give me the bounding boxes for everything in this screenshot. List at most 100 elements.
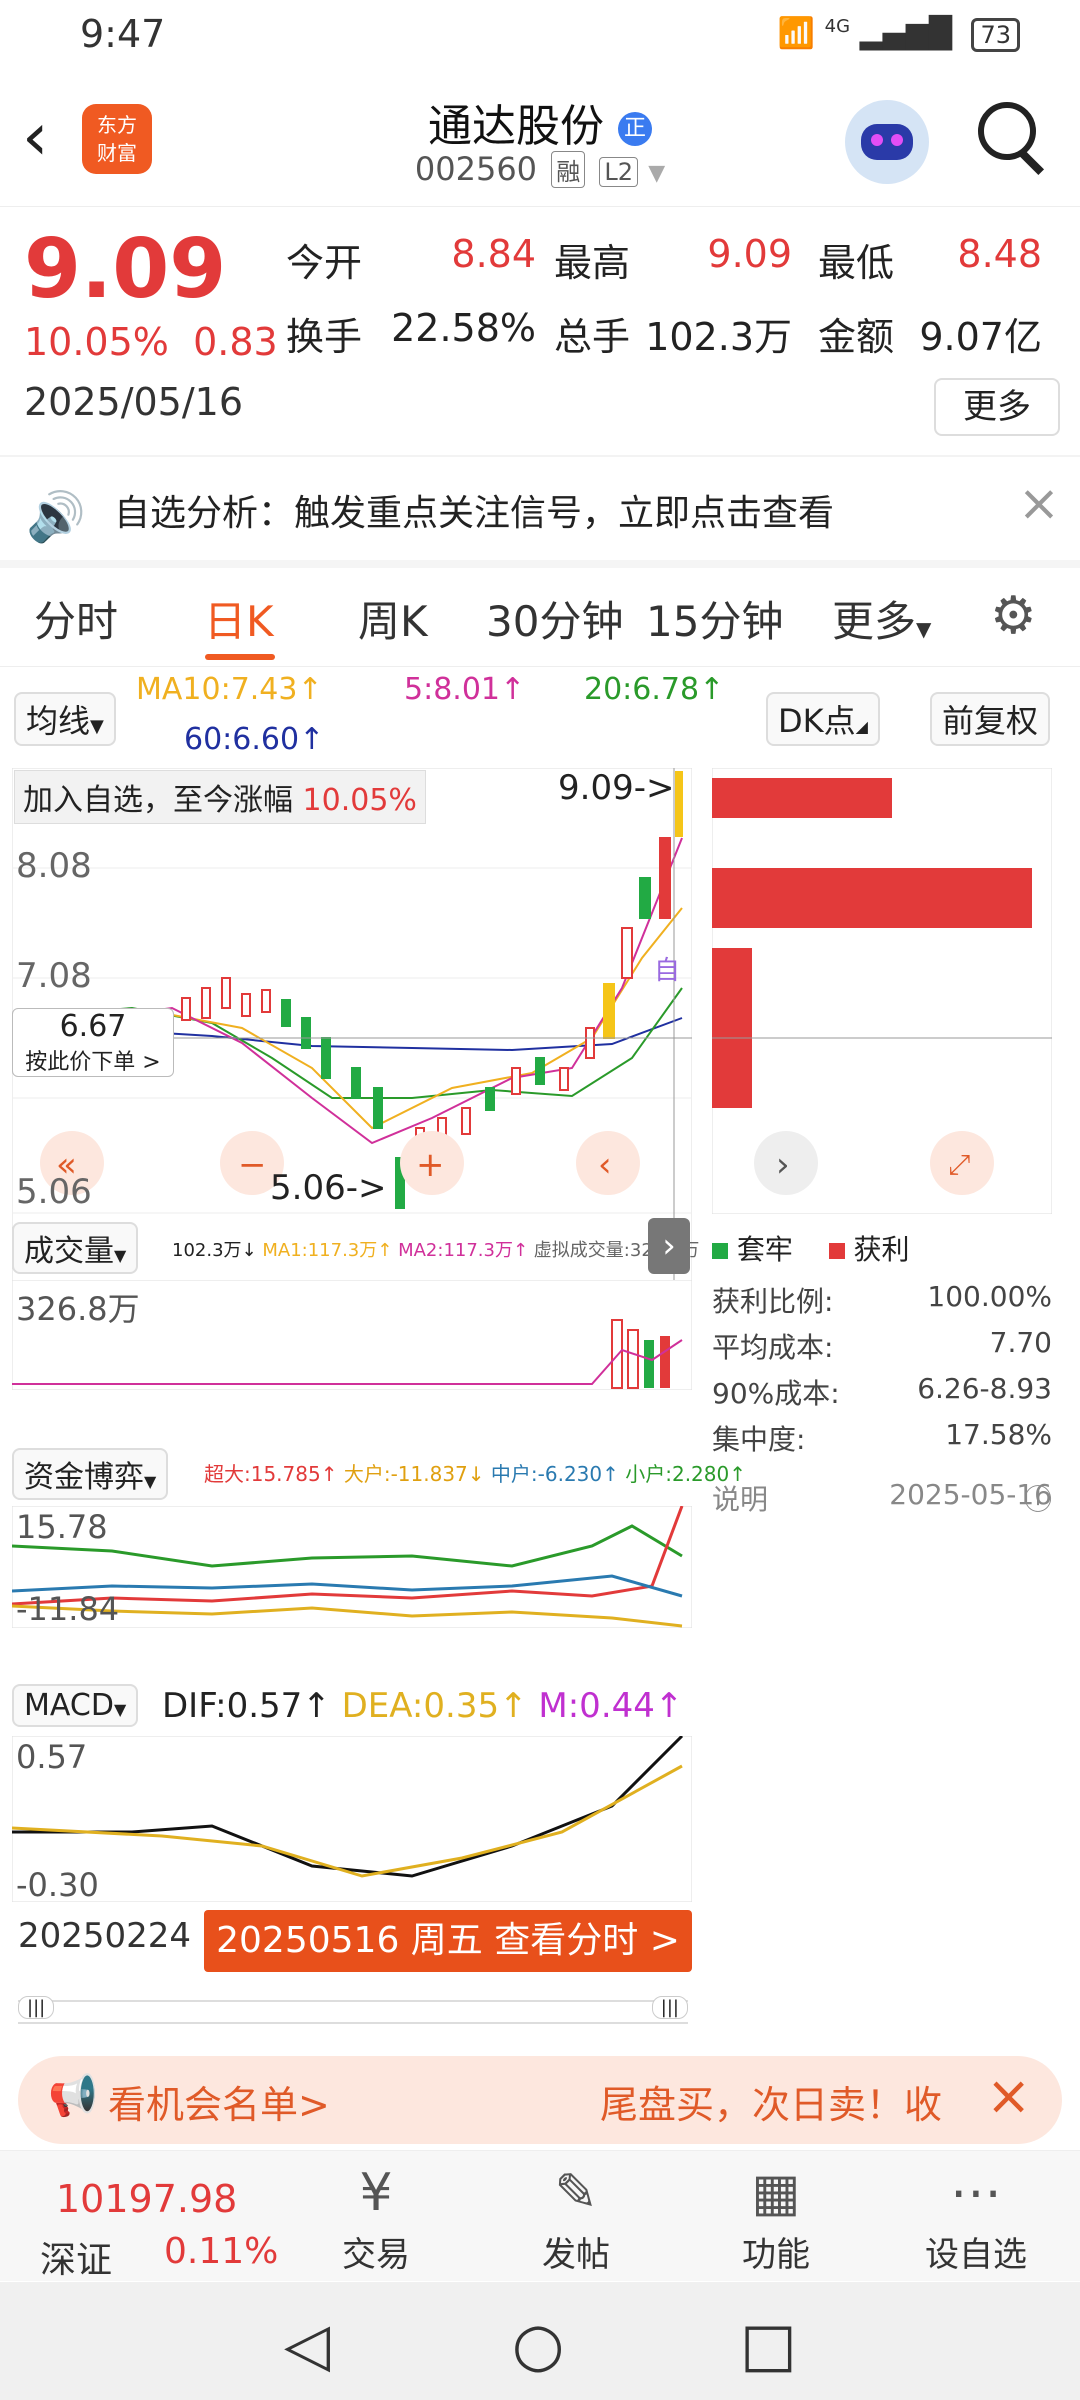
edit-icon: ✎ [554,2163,598,2223]
ma-selector[interactable]: 均线▼ [14,692,116,746]
caret-down-icon: ◢ [855,717,868,736]
capital-selector[interactable]: 资金博弈▼ [12,1448,169,1500]
profit-ratio-value: 100.00% [927,1280,1052,1313]
macd-chart [12,1736,692,1902]
macd-m: M:0.44↑ [538,1686,684,1726]
more-quote-button[interactable]: 更多 [934,378,1060,436]
open-value: 8.84 [451,232,536,276]
capital-legend: 超大:15.785↑ 大户:-11.837↓ 中户:-6.230↑ 小户:2.2… [204,1458,746,1487]
promo-bar[interactable]: 📢 看机会名单> 尾盘买，次日卖！收 × [18,2056,1062,2144]
tab-weekly-k[interactable]: 周K [358,588,428,649]
nav-trade[interactable]: ¥ 交易 [296,2163,456,2276]
close-icon[interactable]: × [986,2064,1031,2127]
crosshair-price: 6.67 [59,1009,127,1044]
concentration-label: 集中度: [712,1423,806,1456]
search-icon[interactable] [978,102,1036,160]
macd-selector[interactable]: MACD▼ [12,1684,139,1727]
caret-down-icon: ▼ [90,716,104,737]
status-icons: 📶 4G ▂▄▆█ 73 [778,16,1020,52]
index-ticker[interactable]: 10197.98 深证 0.11% [0,2151,300,2281]
watchlist-gain-note: 加入自选，至今涨幅 10.05% [14,770,426,824]
low-label: 最低 [818,241,895,285]
order-at-price: 按此价下单 > [25,1050,161,1075]
profit-label: 获利 [853,1233,910,1266]
ma10-label: MA10:7.43↑ [136,672,323,707]
dk-point-button[interactable]: DK点◢ [766,692,880,746]
stock-header: ‹ 东方 财富 通达股份 正 002560 融 L2 ▼ [0,80,1080,207]
avg-cost-value: 7.70 [989,1326,1052,1359]
concentration-value: 17.58% [945,1418,1052,1451]
tab-15min[interactable]: 15分钟 [646,588,783,649]
volume-label: 总手 [554,315,631,359]
chip-legend: 套牢 获利 [712,1228,909,1268]
macd-y-max: 0.57 [16,1738,88,1776]
signal-icon: ▂▄▆█ [859,16,952,51]
scroll-handle-left[interactable]: ||| [18,1996,55,2019]
tab-more[interactable]: 更多▼ [832,588,931,649]
speaker-icon: 🔊 [26,489,86,545]
tab-intraday[interactable]: 分时 [34,588,118,649]
caret-down-icon: ▼ [114,1246,127,1265]
recents-nav-icon[interactable]: □ [740,2310,797,2380]
capital-y-min: -11.84 [16,1590,120,1628]
volume-ma2: MA2:117.3万↑ [398,1240,529,1261]
gear-icon[interactable]: ⚙ [990,586,1037,646]
dk-button-label: DK点 [778,702,856,740]
current-price: 9.09 [24,222,227,317]
macd-selector-label: MACD [24,1688,114,1723]
range-start-date: 20250224 [18,1916,192,1956]
tab-daily-k[interactable]: 日K [204,588,274,649]
adjust-button[interactable]: 前复权 [930,692,1051,746]
range-scrollbar[interactable]: ||| ||| [18,1996,688,2024]
divider [0,455,1080,457]
amount-label: 金额 [818,315,895,359]
battery-icon: 73 [971,18,1020,52]
stock-code: 002560 [414,150,538,188]
high-label: 最高 [554,241,631,285]
turnover-label: 换手 [286,315,363,359]
volume-y-max: 326.8万 [16,1290,140,1328]
tab-30min[interactable]: 30分钟 [486,588,623,649]
nav-add-watchlist[interactable]: ⋯ 设自选 [896,2163,1056,2276]
assistant-avatar[interactable] [845,100,929,184]
status-bar: 9:47 📶 4G ▂▄▆█ 73 [0,0,1080,80]
price-change: 10.05% 0.83 [24,320,278,364]
self-marker: 自 [654,956,681,986]
volume-value: 102.3万↓ [172,1240,257,1261]
volume-selector[interactable]: 成交量▼ [12,1222,139,1274]
scroll-handle-right[interactable]: ||| [651,1996,688,2019]
svg-text:⤢: ⤢ [948,1148,970,1181]
home-nav-icon[interactable]: ○ [512,2310,564,2380]
change-percent: 10.05% [24,320,169,364]
ma20-label: 20:6.78↑ [584,672,725,707]
level2-tag: L2 [599,157,639,187]
megaphone-icon: 📢 [48,2073,98,2119]
nav-functions[interactable]: ▦ 功能 [696,2163,856,2276]
stock-name: 通达股份 [428,101,604,152]
watchlist-analysis-banner[interactable]: 🔊 自选分析：触发重点关注信号，立即点击查看 × [0,460,1080,568]
macd-dif: DIF:0.57↑ [162,1686,331,1726]
volume-legend: 102.3万↓ MA1:117.3万↑ MA2:117.3万↑ 虚拟成交量:32… [172,1236,699,1262]
nav-post[interactable]: ✎ 发帖 [496,2163,656,2276]
capital-selector-label: 资金博弈 [24,1460,144,1495]
view-intraday-button[interactable]: 20250516 周五 查看分时 > [204,1910,692,1972]
chip-stats: 获利比例: 100.00% 平均成本: 7.70 90%成本: 6.26-8.93 集… [712,1280,1052,1524]
volume-selector-label: 成交量 [24,1234,114,1269]
back-nav-icon[interactable]: ◁ [284,2310,330,2380]
close-icon[interactable]: × [1018,474,1060,532]
cost90-value: 6.26-8.93 [917,1372,1052,1405]
ma5-label: 5:8.01↑ [404,672,526,707]
opportunity-list-link[interactable]: 看机会名单> [108,2074,330,2129]
nav-post-label: 发帖 [542,2235,610,2275]
crosshair-price-box[interactable]: 6.67 按此价下单 > [12,1008,174,1077]
explain-link[interactable]: 说明 ⓘ [712,1483,1052,1516]
y-axis-mid: 7.08 [16,956,92,996]
trap-swatch [712,1243,728,1259]
bottom-nav: 10197.98 深证 0.11% ¥ 交易 ✎ 发帖 ▦ 功能 ⋯ 设自选 [0,2150,1080,2281]
explain-label: 说明 [712,1483,769,1516]
max-price-label: 9.09-> [558,768,675,808]
enterprise-badge: 正 [618,112,652,146]
caret-down-icon: ▼ [916,617,932,641]
quote-date: 2025/05/16 [24,380,244,424]
expand-panel-button[interactable]: › [648,1218,690,1274]
